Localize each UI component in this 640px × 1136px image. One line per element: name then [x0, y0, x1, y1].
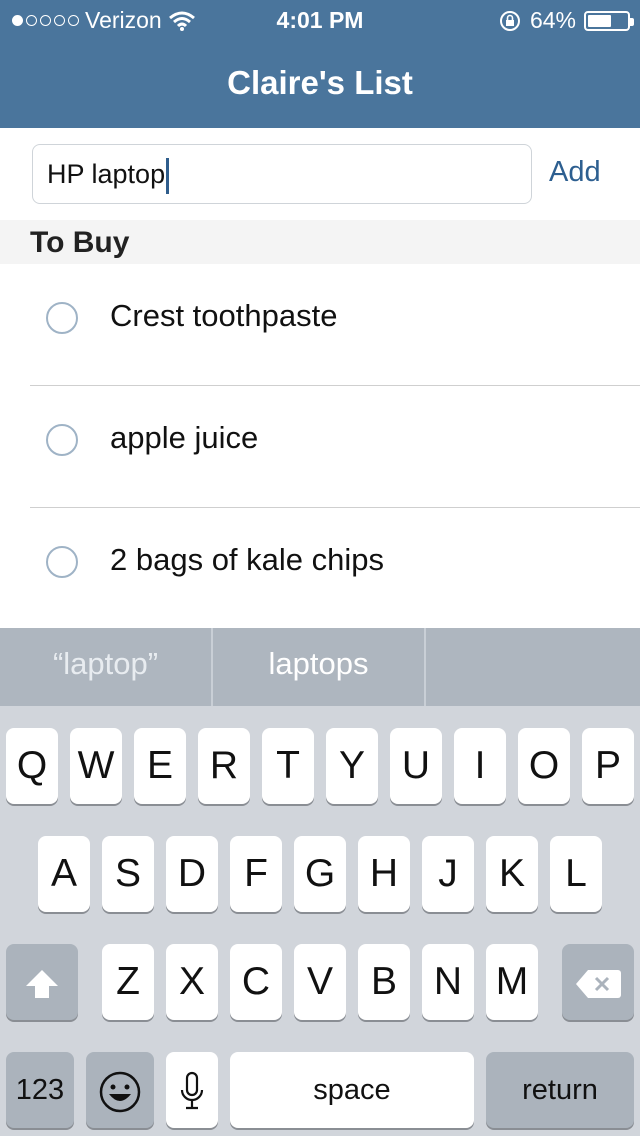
- key-d[interactable]: D: [166, 836, 218, 912]
- space-key[interactable]: space: [230, 1052, 474, 1128]
- backspace-key[interactable]: [562, 944, 634, 1020]
- item-text-field[interactable]: HP laptop: [32, 144, 532, 204]
- list-item-label: apple juice: [110, 420, 259, 455]
- keyboard: “laptop” laptops QWERTYUIOP ASDFGHJKL ZX…: [0, 628, 640, 1136]
- section-title: To Buy: [30, 226, 130, 259]
- microphone-key[interactable]: [166, 1052, 218, 1128]
- shift-icon: [26, 969, 58, 998]
- key-o[interactable]: O: [518, 728, 570, 804]
- key-v[interactable]: V: [294, 944, 346, 1020]
- add-button[interactable]: Add: [549, 156, 601, 189]
- key-z[interactable]: Z: [102, 944, 154, 1020]
- predictive-bar: “laptop” laptops: [0, 628, 640, 706]
- key-a[interactable]: A: [38, 836, 90, 912]
- status-right: 64%: [498, 7, 634, 34]
- key-p[interactable]: P: [582, 728, 634, 804]
- key-x[interactable]: X: [166, 944, 218, 1020]
- microphone-icon: [180, 1071, 204, 1109]
- checkbox-circle-icon[interactable]: [46, 546, 78, 578]
- key-h[interactable]: H: [358, 836, 410, 912]
- shift-key[interactable]: [6, 944, 78, 1020]
- suggestion-1[interactable]: “laptop”: [0, 628, 213, 706]
- checkbox-circle-icon[interactable]: [46, 302, 78, 334]
- return-key[interactable]: return: [486, 1052, 634, 1128]
- status-bar: Verizon 4:01 PM 64%: [0, 0, 640, 40]
- text-cursor: [166, 157, 170, 194]
- emoji-key[interactable]: [86, 1052, 154, 1128]
- list-item-label: Crest toothpaste: [110, 298, 338, 333]
- key-b[interactable]: B: [358, 944, 410, 1020]
- section-header: To Buy: [0, 220, 640, 264]
- key-n[interactable]: N: [422, 944, 474, 1020]
- rotation-lock-icon: [499, 10, 520, 31]
- emoji-icon: [99, 1071, 141, 1112]
- key-r[interactable]: R: [198, 728, 250, 804]
- key-c[interactable]: C: [230, 944, 282, 1020]
- suggestion-3[interactable]: [426, 628, 639, 706]
- checkbox-circle-icon[interactable]: [46, 424, 78, 456]
- page-title: Claire's List: [227, 64, 413, 101]
- add-item-row: HP laptop Add: [0, 128, 640, 220]
- navigation-bar: Verizon 4:01 PM 64% Claire's List: [0, 0, 640, 128]
- key-i[interactable]: I: [454, 728, 506, 804]
- key-f[interactable]: F: [230, 836, 282, 912]
- key-q[interactable]: Q: [6, 728, 58, 804]
- item-text-value: HP laptop: [47, 159, 166, 189]
- key-m[interactable]: M: [486, 944, 538, 1020]
- list-item[interactable]: apple juice: [0, 386, 640, 508]
- battery-fill: [588, 14, 611, 27]
- suggestion-2[interactable]: laptops: [213, 628, 426, 706]
- numbers-key[interactable]: 123: [6, 1052, 74, 1128]
- key-y[interactable]: Y: [326, 728, 378, 804]
- key-g[interactable]: G: [294, 836, 346, 912]
- key-row-3: ZXCVBNM: [0, 944, 640, 1022]
- battery-percent: 64%: [529, 7, 576, 33]
- key-t[interactable]: T: [262, 728, 314, 804]
- battery-icon: [584, 10, 634, 31]
- key-e[interactable]: E: [134, 728, 186, 804]
- shopping-list: Crest toothpaste apple juice 2 bags of k…: [0, 264, 640, 630]
- list-item-label: 2 bags of kale chips: [110, 542, 385, 577]
- key-s[interactable]: S: [102, 836, 154, 912]
- key-row-1: QWERTYUIOP: [0, 728, 640, 806]
- list-item[interactable]: 2 bags of kale chips: [0, 508, 640, 630]
- key-k[interactable]: K: [486, 836, 538, 912]
- backspace-icon: [576, 969, 621, 998]
- key-u[interactable]: U: [390, 728, 442, 804]
- key-row-2: ASDFGHJKL: [0, 836, 640, 914]
- key-j[interactable]: J: [422, 836, 474, 912]
- list-item[interactable]: Crest toothpaste: [0, 264, 640, 386]
- key-row-4: 123 space return: [0, 1052, 640, 1130]
- key-w[interactable]: W: [70, 728, 122, 804]
- key-l[interactable]: L: [550, 836, 602, 912]
